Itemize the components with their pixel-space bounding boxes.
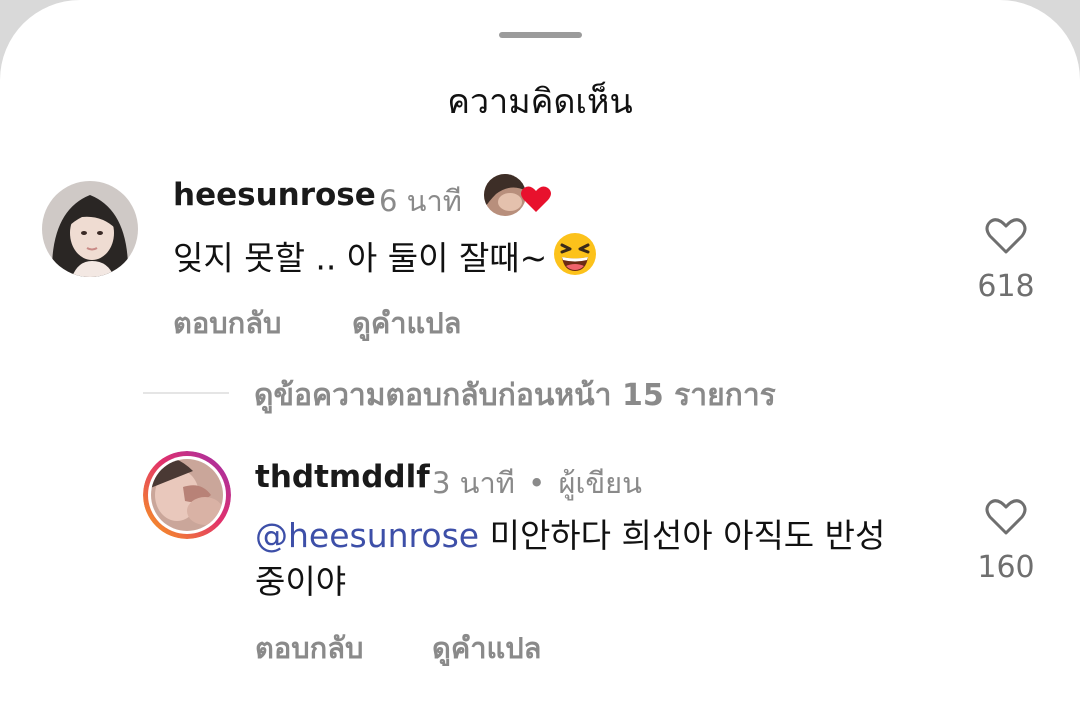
- heart-outline-icon[interactable]: [985, 498, 1027, 536]
- reply-button[interactable]: ตอบกลับ: [255, 625, 363, 671]
- replies-divider: [143, 392, 229, 394]
- creator-avatar-icon: [484, 174, 551, 216]
- like-count: 160: [977, 550, 1035, 585]
- reply-time: 3 นาที • ผู้เขียน: [432, 460, 642, 506]
- story-ring-avatar[interactable]: [143, 451, 231, 539]
- like-count: 618: [977, 269, 1035, 304]
- heart-icon: [521, 186, 551, 212]
- meta-separator: •: [528, 466, 546, 500]
- creator-liked-badge: [482, 172, 552, 218]
- author-badge: ผู้เขียน: [558, 466, 642, 500]
- comments-sheet: ความคิดเห็น heesunrose 6 นาที 잊지 못할 .. 아…: [0, 0, 1080, 720]
- comment-username[interactable]: heesunrose: [173, 177, 376, 213]
- heart-outline-icon[interactable]: [985, 217, 1027, 255]
- comment-time: 6 นาที: [379, 184, 462, 218]
- sheet-title: ความคิดเห็น: [447, 82, 633, 122]
- reply-username[interactable]: thdtmddlf: [255, 459, 430, 495]
- translate-button[interactable]: ดูคำแปล: [352, 300, 461, 346]
- reply-button[interactable]: ตอบกลับ: [173, 300, 281, 346]
- reply-text: @heesunrose 미안하다 희선아 아직도 반성 중이야: [255, 513, 915, 605]
- like-button[interactable]: 160: [966, 498, 1046, 585]
- translate-button[interactable]: ดูคำแปล: [432, 625, 541, 671]
- like-button[interactable]: 618: [966, 217, 1046, 304]
- avatar[interactable]: [42, 181, 138, 277]
- reply-time-text: 3 นาที: [432, 466, 515, 500]
- mention-link[interactable]: @heesunrose: [255, 516, 479, 555]
- laughing-squinting-face-icon: [553, 232, 597, 288]
- comment-text-content: 잊지 못할 .. 아 둘이 잘때~: [173, 238, 548, 278]
- view-previous-replies-button[interactable]: ดูข้อความตอบกลับก่อนหน้า 15 รายการ: [254, 372, 776, 419]
- comment-text: 잊지 못할 .. 아 둘이 잘때~: [173, 232, 597, 288]
- drag-handle[interactable]: [499, 32, 582, 38]
